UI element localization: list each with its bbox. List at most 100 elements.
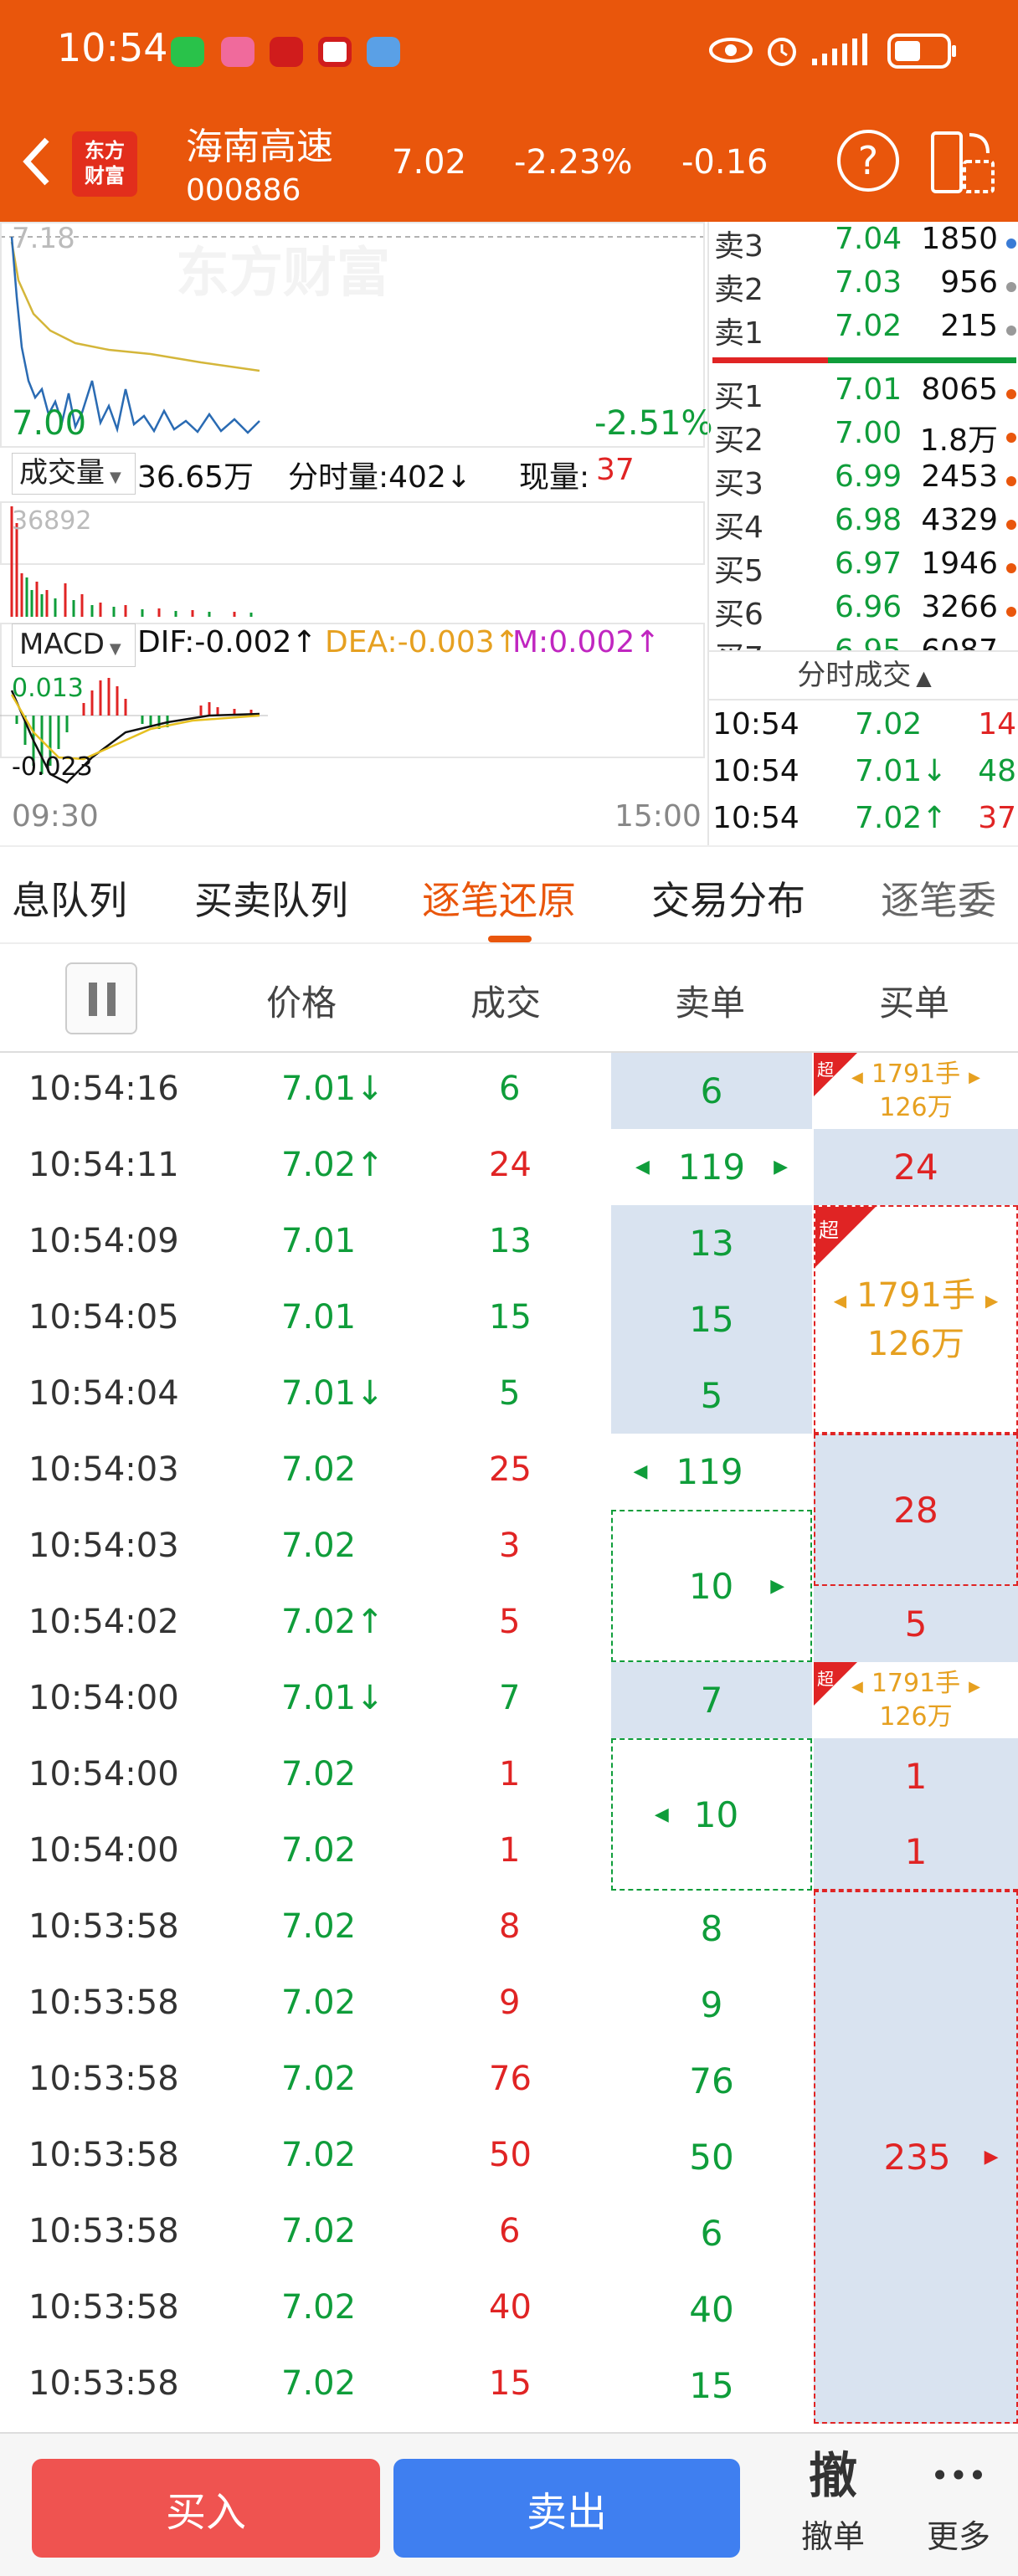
caret-up-icon: ▲ (916, 666, 932, 690)
help-icon[interactable]: ? (837, 130, 899, 192)
buy-button[interactable]: 买入 (32, 2459, 380, 2558)
row-price: 7.02 (281, 1983, 357, 2022)
macd-m: M:0.002↑ (512, 625, 661, 659)
tab-trade-distribution[interactable]: 交易分布 (651, 870, 805, 926)
sell-order-cell[interactable]: ◀ 10 (611, 1738, 812, 1891)
row-price: 7.02 (281, 2364, 357, 2403)
bid-label: 买2 (714, 423, 764, 458)
super-badge-text: 超 (819, 1219, 839, 1242)
sell-order-value: 10 (688, 1565, 734, 1607)
sell-order-value: 10 (693, 1793, 739, 1835)
bid-label: 买4 (714, 511, 764, 545)
sell-order-cell[interactable]: 15 (611, 2348, 812, 2424)
macd-dea: DEA:-0.003↑ (325, 625, 520, 659)
sell-order-cell[interactable]: 76 (611, 2043, 812, 2119)
tab-tick-restore[interactable]: 逐笔还原 (422, 870, 576, 926)
bid-dot (1006, 389, 1016, 399)
sell-order-cell[interactable]: 15 (611, 1281, 812, 1357)
ask-dot (1006, 282, 1016, 292)
back-arrow-icon[interactable] (20, 135, 54, 188)
row-price: 7.02 (281, 2212, 357, 2250)
big-order-amount: 126万 (866, 1324, 965, 1363)
sell-button[interactable]: 卖出 (393, 2459, 740, 2558)
big-order-volume-row: ◀ 1791手 ▶ (834, 1274, 999, 1322)
buy-order-super-cell[interactable]: 超 ◀ 1791手 ▶ 126万 (814, 1053, 1018, 1129)
tick-time: 10:54 (712, 801, 799, 835)
tab-tick-orders[interactable]: 逐笔委 (881, 870, 996, 926)
row-time: 10:53:58 (28, 1907, 179, 1946)
row-deal: 15 (489, 2364, 532, 2403)
row-deal: 50 (489, 2136, 532, 2174)
sell-order-cell[interactable]: 40 (611, 2271, 812, 2348)
macd-selector[interactable]: MACD ▼ (12, 623, 136, 667)
ticks-title-bar[interactable]: 分时成交 ▲ (709, 650, 1018, 700)
buy-order-cell[interactable]: 1 (814, 1814, 1018, 1891)
sell-order-cell[interactable]: ◀ 119 (611, 1434, 812, 1510)
fenshi-volume: 分时量:402↓ (288, 460, 472, 495)
row-time: 10:54:03 (28, 1450, 179, 1489)
row-deal: 5 (499, 1374, 521, 1413)
sell-order-cell[interactable]: 5 (611, 1357, 812, 1434)
bid-volume: 1946 (921, 547, 998, 581)
bid-price: 7.00 (835, 416, 902, 450)
row-time: 10:54:11 (28, 1146, 179, 1184)
buy-order-cell[interactable]: 5 (814, 1586, 1018, 1662)
tick-time: 10:54 (712, 707, 799, 741)
buy-order-super-cell[interactable]: 超 ◀ 1791手 ▶ 126万 (814, 1205, 1018, 1434)
sell-order-value: 119 (677, 1147, 746, 1188)
tick-table: 10:54:16 7.01↓ 6 10:54:11 7.02↑ 24 10:54:09 7… (0, 1053, 1018, 2432)
row-time: 10:54:03 (28, 1527, 179, 1565)
intraday-chart[interactable]: 东方财富 7.18 7.00 -2.51% 成交量 ▼ 36.65万 分时量:40… (0, 222, 713, 845)
bid-price: 6.98 (835, 503, 902, 537)
row-price: 7.02 (281, 1755, 357, 1793)
sell-order-cell[interactable]: 7 (611, 1662, 812, 1738)
super-badge-text: 超 (817, 1060, 834, 1080)
sell-order-cell[interactable]: 13 (611, 1205, 812, 1281)
big-order-volume: 1791手 (856, 1275, 975, 1315)
tick-time: 10:54 (712, 754, 799, 788)
row-time: 10:54:16 (28, 1070, 179, 1108)
bid-volume: 6087 (921, 634, 998, 650)
sell-order-cell[interactable]: 50 (611, 2119, 812, 2195)
volume-selector[interactable]: 成交量 ▼ (12, 453, 136, 495)
bid-dot (1006, 563, 1016, 573)
pause-button[interactable] (65, 962, 137, 1034)
bid-volume: 2453 (921, 459, 998, 494)
buy-order-cell[interactable]: 235 ▶ (814, 1891, 1018, 2424)
row-deal: 40 (489, 2288, 532, 2327)
header-pct: -2.23% (514, 143, 633, 182)
row-deal: 25 (489, 1450, 532, 1489)
sell-order-cell[interactable]: 6 (611, 1053, 812, 1129)
pause-icon-bar (107, 983, 116, 1016)
arrow-right-icon: ▶ (984, 2147, 999, 2168)
buy-order-cell[interactable]: 1 (814, 1738, 1018, 1814)
arrow-right-icon: ▶ (969, 1677, 981, 1696)
app-icon-c (318, 37, 352, 67)
time-start: 09:30 (12, 799, 99, 834)
row-time: 10:53:58 (28, 2288, 179, 2327)
arrow-left-icon: ◀ (633, 1461, 648, 1482)
landscape-switch-icon[interactable] (929, 128, 996, 197)
arrow-right-icon: ▶ (969, 1068, 981, 1086)
sell-order-cell[interactable]: ◀ 119 ▶ (611, 1129, 812, 1205)
more-button[interactable]: ••• 更多 (913, 2445, 1005, 2571)
buy-order-super-cell[interactable]: 超 ◀ 1791手 ▶ 126万 (814, 1662, 1018, 1738)
buy-order-cell[interactable]: 28 (814, 1434, 1018, 1586)
wechat-icon (171, 37, 204, 67)
tab-queue[interactable]: 息队列 (12, 870, 127, 926)
ask-row: 卖3 7.04 1850 (709, 222, 1018, 265)
sell-order-cell[interactable]: 8 (611, 1891, 812, 1967)
stock-code: 000886 (186, 173, 301, 208)
buy-order-cell[interactable]: 24 (814, 1129, 1018, 1205)
current-volume-label: 现量: (519, 460, 590, 495)
sell-order-cell[interactable]: 10 ▶ (611, 1510, 812, 1662)
bid-row: 买6 6.96 3266 (709, 590, 1018, 634)
row-time: 10:54:09 (28, 1222, 179, 1260)
bid-price: 7.01 (835, 372, 902, 407)
tab-bid-ask-queue[interactable]: 买卖队列 (194, 870, 348, 926)
sell-order-cell[interactable]: 9 (611, 1967, 812, 2043)
macd-label: MACD (19, 628, 105, 661)
ask-price: 7.03 (835, 265, 902, 300)
sell-order-cell[interactable]: 6 (611, 2195, 812, 2271)
cancel-order-button[interactable]: 撤 撤单 (787, 2445, 879, 2571)
